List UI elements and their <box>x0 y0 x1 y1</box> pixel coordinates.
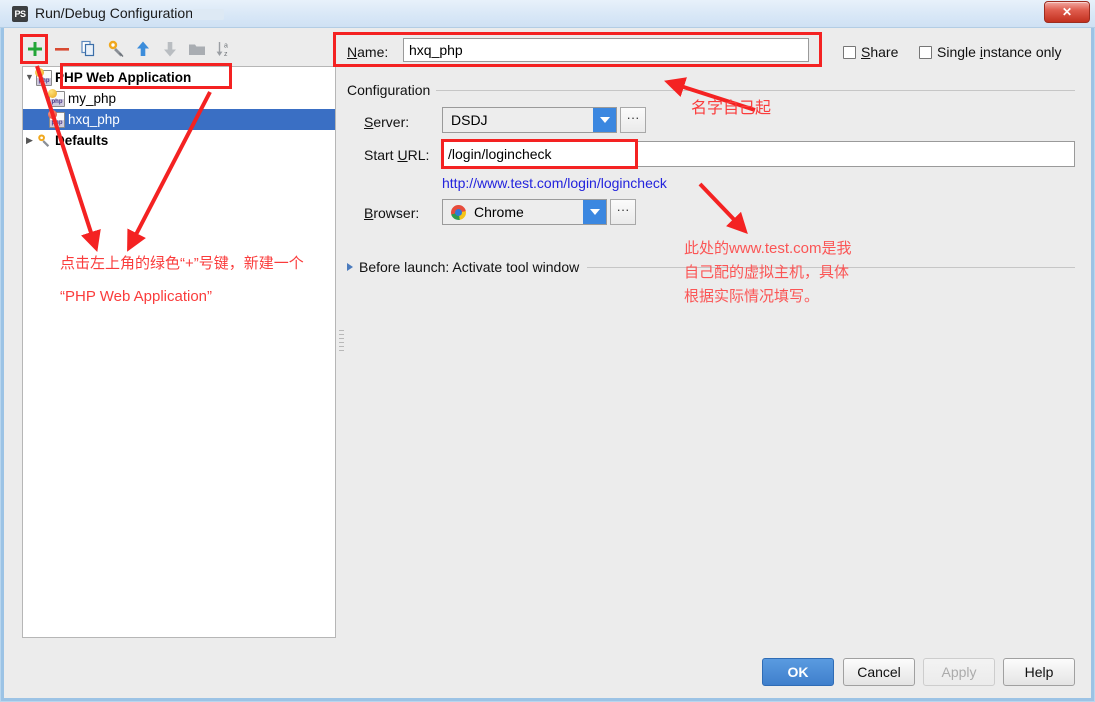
tree-item-label: hxq_php <box>68 112 120 127</box>
phpstorm-logo-icon: PS <box>12 6 28 22</box>
screenshot-root: PS Run/Debug Configurations ✕ a z ▼ php … <box>0 0 1095 702</box>
remove-button[interactable] <box>49 35 75 63</box>
configuration-group-title: Configuration <box>347 82 437 98</box>
configurations-toolbar: a z <box>22 35 336 65</box>
chevron-down-icon[interactable] <box>593 108 616 132</box>
share-label: Share <box>861 44 899 60</box>
browser-label: Browser: <box>364 205 420 221</box>
browser-browse-button[interactable]: ··· <box>610 199 636 225</box>
tree-item-label: my_php <box>68 91 117 106</box>
svg-text:a: a <box>224 43 228 50</box>
tree-item-defaults[interactable]: ▶ Defaults <box>23 130 335 151</box>
tree-item-my-php[interactable]: my_php <box>23 88 335 109</box>
before-launch-separator <box>587 266 1075 268</box>
php-config-icon <box>48 88 65 107</box>
window-title: Run/Debug Configurations <box>35 5 200 21</box>
single-instance-label: Single instance only <box>937 44 1062 60</box>
arrow-up-icon <box>137 41 149 56</box>
sort-button[interactable]: a z <box>211 35 237 63</box>
panel-splitter[interactable] <box>338 330 345 356</box>
before-launch-row[interactable]: Before launch: Activate tool window <box>347 259 1075 275</box>
expand-collapse-icon[interactable]: ▶ <box>23 130 36 151</box>
move-up-button[interactable] <box>130 35 156 63</box>
move-down-button[interactable] <box>157 35 183 63</box>
share-checkbox[interactable]: Share <box>843 44 898 60</box>
help-button[interactable]: Help <box>1003 658 1075 686</box>
arrow-down-icon <box>164 42 176 57</box>
apply-button: Apply <box>923 658 995 686</box>
resolved-url-link[interactable]: http://www.test.com/login/logincheck <box>442 175 667 191</box>
ok-button[interactable]: OK <box>762 658 834 686</box>
chevron-down-icon[interactable] <box>583 200 606 224</box>
close-icon[interactable]: ✕ <box>1044 1 1090 23</box>
chrome-icon <box>451 204 466 220</box>
before-launch-label: Before launch: Activate tool window <box>359 259 580 275</box>
title-bar: PS Run/Debug Configurations ✕ <box>0 0 1095 28</box>
server-value: DSDJ <box>451 112 488 128</box>
name-input[interactable] <box>403 38 809 62</box>
title-redaction <box>192 9 224 20</box>
folder-icon <box>189 44 205 55</box>
edit-defaults-button[interactable] <box>103 35 129 63</box>
checkbox-box[interactable] <box>919 45 932 59</box>
add-button[interactable] <box>22 35 48 63</box>
copy-button[interactable] <box>76 35 102 63</box>
cancel-button[interactable]: Cancel <box>843 658 915 686</box>
chevron-right-icon[interactable] <box>347 263 353 271</box>
new-folder-button[interactable] <box>184 35 210 63</box>
minus-icon <box>55 48 69 51</box>
tree-item-php-web-application[interactable]: ▼ PHP Web Application <box>23 67 335 88</box>
start-url-label: Start URL: <box>364 147 430 163</box>
php-config-icon <box>35 67 52 86</box>
server-label: Server: <box>364 114 410 130</box>
server-dropdown[interactable]: DSDJ <box>442 107 617 133</box>
php-config-icon-red <box>48 109 65 128</box>
name-label: Name: <box>347 44 389 60</box>
sort-az-icon: a z <box>216 42 228 58</box>
server-browse-button[interactable]: ··· <box>620 107 646 133</box>
single-instance-checkbox[interactable]: Single instance only <box>919 44 1062 60</box>
browser-value: Chrome <box>474 204 524 220</box>
start-url-input[interactable] <box>442 141 1075 167</box>
tree-item-label: PHP Web Application <box>55 70 192 85</box>
wrench-icon <box>36 133 52 149</box>
group-separator <box>347 90 1075 91</box>
copy-icon <box>81 40 95 57</box>
tree-item-label: Defaults <box>55 133 109 148</box>
tree-item-hxq-php[interactable]: hxq_php <box>23 109 335 130</box>
expand-collapse-icon[interactable]: ▼ <box>23 67 36 88</box>
browser-dropdown[interactable]: Chrome <box>442 199 607 225</box>
svg-text:z: z <box>224 51 228 58</box>
checkbox-box[interactable] <box>843 45 856 59</box>
wrench-icon <box>108 40 124 57</box>
configurations-tree[interactable]: ▼ PHP Web Application my_php hxq_php ▶ <box>22 66 336 638</box>
plus-icon <box>28 42 42 56</box>
